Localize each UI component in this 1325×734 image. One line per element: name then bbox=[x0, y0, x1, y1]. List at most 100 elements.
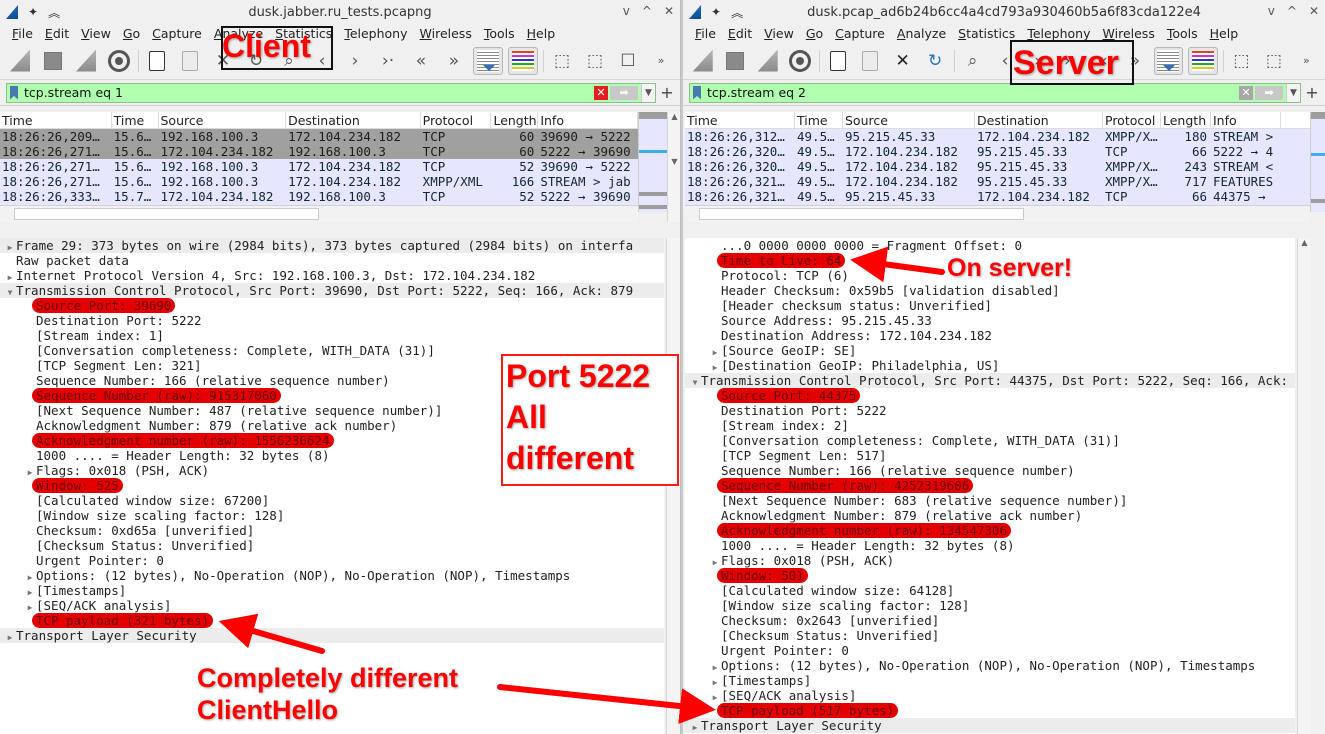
detail-tree-item[interactable]: Source Port: 39690 bbox=[0, 298, 664, 313]
close-button[interactable]: ✕ bbox=[664, 4, 674, 18]
detail-tree-item[interactable]: [Stream index: 2] bbox=[685, 418, 1295, 433]
zoom-out-icon[interactable]: ⬚ bbox=[581, 47, 609, 75]
find-packet-icon[interactable]: ⌕ bbox=[959, 47, 986, 75]
detail-tree-item[interactable]: [Checksum Status: Unverified] bbox=[0, 538, 664, 553]
col-destination[interactable]: Destination bbox=[975, 112, 1103, 128]
col-time[interactable]: Time bbox=[685, 112, 795, 128]
detail-tree-item[interactable]: [Stream index: 1] bbox=[0, 328, 664, 343]
detail-tree-item[interactable]: ▶ [Timestamps] bbox=[0, 583, 664, 598]
minimize-button[interactable]: v bbox=[1268, 4, 1275, 18]
more-icon[interactable]: » bbox=[1293, 47, 1320, 75]
detail-tree-item[interactable]: Urgent Pointer: 0 bbox=[0, 553, 664, 568]
col-protocol[interactable]: Protocol bbox=[421, 112, 492, 128]
detail-tree-item[interactable]: ...0 0000 0000 0000 = Fragment Offset: 0 bbox=[685, 238, 1295, 253]
detail-tree-item[interactable]: Sequence Number: 166 (relative sequence … bbox=[685, 463, 1295, 478]
menu-view[interactable]: View bbox=[75, 26, 117, 41]
packet-details-vscrollbar[interactable]: ▲ bbox=[1297, 238, 1311, 734]
detail-tree-item[interactable]: Destination Port: 5222 bbox=[0, 313, 664, 328]
col-info[interactable]: Info bbox=[538, 112, 638, 128]
packet-list-vscrollbar[interactable]: ▲ ▼ bbox=[667, 112, 680, 222]
detail-tree-item[interactable]: ▶ Internet Protocol Version 4, Src: 192.1… bbox=[0, 268, 664, 283]
display-filter-input[interactable]: tcp.stream eq 2 ✕ ➡ ▼ bbox=[689, 82, 1301, 103]
packet-row[interactable]: 18:26:26,320… 49.5… 172.104.234.182 95.215.… bbox=[685, 144, 1310, 159]
open-file-icon[interactable] bbox=[143, 47, 171, 75]
detail-tree-item[interactable]: Sequence Number (raw): 4252319606 bbox=[685, 478, 1295, 493]
detail-tree-item[interactable]: ▶ [SEQ/ACK analysis] bbox=[0, 598, 664, 613]
col-destination[interactable]: Destination bbox=[286, 112, 421, 128]
bookmark-icon[interactable] bbox=[693, 85, 701, 100]
menu-tools[interactable]: Tools bbox=[1161, 26, 1204, 41]
close-button[interactable]: ✕ bbox=[1309, 4, 1319, 18]
filter-history-dropdown[interactable]: ▼ bbox=[641, 83, 655, 102]
detail-tree-item[interactable]: Window: 501 bbox=[685, 568, 1295, 583]
go-to-packet-icon[interactable]: ›· bbox=[374, 47, 402, 75]
close-file-icon[interactable]: ✕ bbox=[889, 47, 916, 75]
detail-tree-item[interactable]: ▶ Frame 29: 373 bytes on wire (2984 bits)… bbox=[0, 238, 664, 253]
detail-tree-item[interactable]: ▶ Transport Layer Security bbox=[685, 718, 1295, 733]
detail-tree-item[interactable]: Source Address: 95.215.45.33 bbox=[685, 313, 1295, 328]
filter-history-dropdown[interactable]: ▼ bbox=[1286, 83, 1300, 102]
col-rel-time[interactable]: Time bbox=[795, 112, 843, 128]
clear-filter-icon[interactable]: ✕ bbox=[1239, 85, 1253, 100]
detail-tree-item[interactable]: ▼ Transmission Control Protocol, Src Port… bbox=[0, 283, 664, 298]
detail-tree-item[interactable]: [TCP Segment Len: 517] bbox=[685, 448, 1295, 463]
detail-tree-item[interactable]: 1000 .... = Header Length: 32 bytes (8) bbox=[685, 538, 1295, 553]
start-capture-icon[interactable] bbox=[6, 47, 34, 75]
maximize-button[interactable]: ^ bbox=[1287, 4, 1297, 18]
save-file-icon[interactable] bbox=[176, 47, 204, 75]
menu-telephony[interactable]: Telephony bbox=[1021, 26, 1096, 41]
menu-file[interactable]: File bbox=[689, 26, 722, 41]
menu-help[interactable]: Help bbox=[521, 26, 562, 41]
col-length[interactable]: Length bbox=[491, 112, 539, 128]
first-packet-icon[interactable]: « bbox=[407, 47, 435, 75]
maximize-button[interactable]: ^ bbox=[642, 4, 652, 18]
packet-row[interactable]: 18:26:26,321… 49.5… 172.104.234.182 95.215.… bbox=[685, 174, 1310, 189]
detail-tree-item[interactable]: ▶ Transport Layer Security bbox=[0, 628, 664, 643]
collapsed-arrow-icon[interactable]: ▶ bbox=[689, 720, 701, 734]
normal-size-icon[interactable]: ☐ bbox=[614, 47, 642, 75]
menu-wireless[interactable]: Wireless bbox=[414, 26, 478, 41]
packet-row[interactable]: 18:26:26,271… 15.6… 192.168.100.3 172.104.2… bbox=[0, 174, 638, 189]
detail-tree-item[interactable]: [Conversation completeness: Complete, WI… bbox=[685, 433, 1295, 448]
detail-tree-item[interactable]: Acknowledgment number (raw): 134547306 bbox=[685, 523, 1295, 538]
detail-tree-item[interactable]: ▶ Options: (12 bytes), No-Operation (NOP)… bbox=[0, 568, 664, 583]
capture-options-icon[interactable] bbox=[786, 47, 813, 75]
col-source[interactable]: Source bbox=[843, 112, 975, 128]
col-length[interactable]: Length bbox=[1161, 112, 1211, 128]
save-file-icon[interactable] bbox=[856, 47, 883, 75]
packet-row[interactable]: 18:26:26,333… 15.7… 172.104.234.182 192.168… bbox=[0, 189, 638, 204]
menu-tools[interactable]: Tools bbox=[478, 26, 521, 41]
keep-above-icon[interactable]: ︽ bbox=[48, 4, 60, 21]
detail-tree-item[interactable]: Destination Address: 172.104.234.182 bbox=[685, 328, 1295, 343]
menu-help[interactable]: Help bbox=[1204, 26, 1245, 41]
detail-tree-item[interactable]: TCP payload (517 bytes) bbox=[685, 703, 1295, 718]
colorize-icon[interactable] bbox=[1188, 46, 1218, 75]
detail-tree-item[interactable]: TCP payload (321 bytes) bbox=[0, 613, 664, 628]
col-rel-time[interactable]: Time bbox=[112, 112, 159, 128]
detail-tree-item[interactable]: [Window size scaling factor: 128] bbox=[685, 598, 1295, 613]
add-filter-button[interactable]: + bbox=[1305, 83, 1319, 102]
detail-tree-item[interactable]: Header Checksum: 0x59b5 [validation disa… bbox=[685, 283, 1295, 298]
menu-edit[interactable]: Edit bbox=[722, 26, 758, 41]
detail-tree-item[interactable]: [Window size scaling factor: 128] bbox=[0, 508, 664, 523]
menu-capture[interactable]: Capture bbox=[829, 26, 891, 41]
capture-options-icon[interactable] bbox=[105, 47, 133, 75]
detail-tree-item[interactable]: Raw packet data bbox=[0, 253, 664, 268]
add-filter-button[interactable]: + bbox=[660, 83, 674, 102]
packet-row[interactable]: 18:26:26,321… 49.5… 95.215.45.33 172.104.23… bbox=[685, 189, 1310, 204]
start-capture-icon[interactable] bbox=[689, 47, 716, 75]
menu-go[interactable]: Go bbox=[800, 26, 829, 41]
detail-tree-item[interactable]: Checksum: 0xd65a [unverified] bbox=[0, 523, 664, 538]
detail-tree-item[interactable]: Acknowledgment Number: 879 (relative ack… bbox=[685, 508, 1295, 523]
detail-tree-item[interactable]: Destination Port: 5222 bbox=[685, 403, 1295, 418]
detail-tree-item[interactable]: ▼ Transmission Control Protocol, Src Port… bbox=[685, 373, 1295, 388]
zoom-in-icon[interactable]: ⬚ bbox=[548, 47, 576, 75]
detail-tree-item[interactable]: ▶ [SEQ/ACK analysis] bbox=[685, 688, 1295, 703]
go-forward-icon[interactable]: › bbox=[341, 47, 369, 75]
packet-row[interactable]: 18:26:26,312… 49.5… 95.215.45.33 172.104.23… bbox=[685, 129, 1310, 144]
pin-icon[interactable]: ✦ bbox=[711, 5, 721, 19]
detail-tree-item[interactable]: [Calculated window size: 67200] bbox=[0, 493, 664, 508]
menu-go[interactable]: Go bbox=[117, 26, 146, 41]
collapsed-arrow-icon[interactable]: ▶ bbox=[4, 630, 16, 645]
restart-capture-icon[interactable] bbox=[72, 47, 100, 75]
